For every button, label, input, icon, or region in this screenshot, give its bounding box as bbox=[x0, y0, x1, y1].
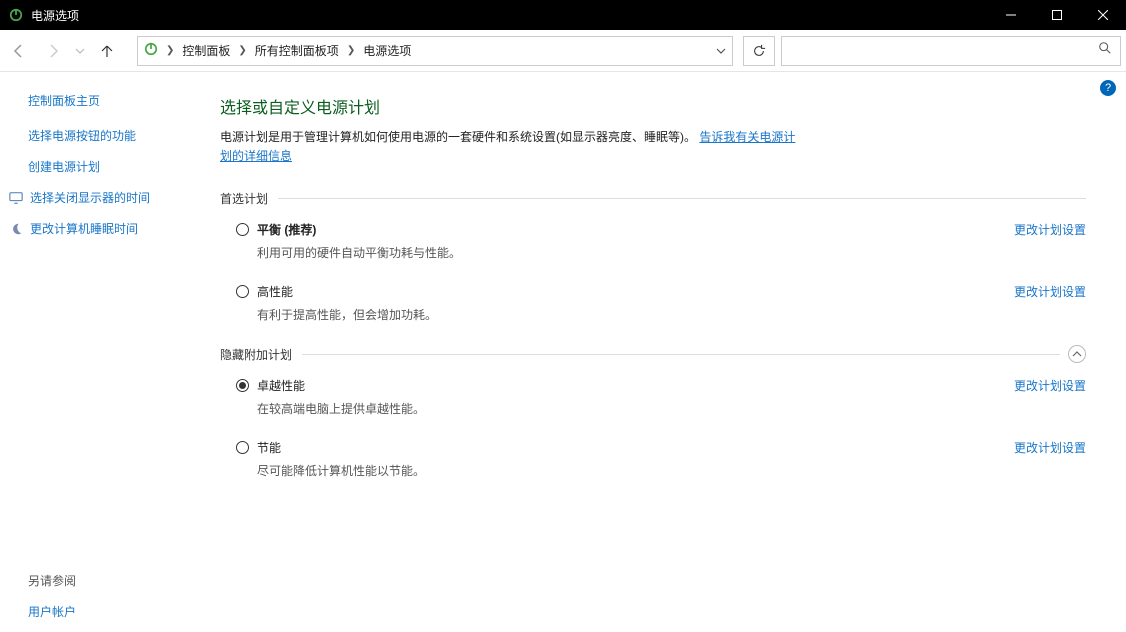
toolbar: ❯ 控制面板 ❯ 所有控制面板项 ❯ 电源选项 bbox=[0, 30, 1126, 72]
back-button[interactable] bbox=[5, 37, 33, 65]
breadcrumb-item[interactable]: 电源选项 bbox=[363, 42, 411, 59]
titlebar: 电源选项 bbox=[0, 0, 1126, 30]
section-preferred-plans: 首选计划 bbox=[220, 190, 1086, 207]
power-plan-row: 卓越性能在较高端电脑上提供卓越性能。 更改计划设置 bbox=[220, 377, 1086, 417]
chevron-right-icon[interactable]: ❯ bbox=[345, 45, 357, 56]
power-options-icon bbox=[144, 42, 158, 59]
sidebar-link-display-off[interactable]: 选择关闭显示器的时间 bbox=[8, 189, 192, 206]
sidebar-item-label: 选择关闭显示器的时间 bbox=[30, 189, 150, 206]
breadcrumb-item[interactable]: 所有控制面板项 bbox=[255, 42, 339, 59]
recent-locations-button[interactable] bbox=[73, 37, 87, 65]
address-dropdown[interactable] bbox=[716, 46, 726, 56]
page-title: 选择或自定义电源计划 bbox=[220, 94, 1086, 118]
change-plan-settings-link[interactable]: 更改计划设置 bbox=[1014, 283, 1086, 300]
content-area: ? 控制面板主页 选择电源按钮的功能 创建电源计划 选择关闭显示器的时间 更改计… bbox=[0, 72, 1126, 632]
plan-name[interactable]: 平衡 (推荐) bbox=[257, 221, 994, 238]
plan-name[interactable]: 卓越性能 bbox=[257, 377, 994, 394]
section-hidden-plans: 隐藏附加计划 bbox=[220, 345, 1086, 363]
plan-description: 在较高端电脑上提供卓越性能。 bbox=[257, 400, 994, 417]
sidebar-item-label: 更改计算机睡眠时间 bbox=[30, 220, 138, 237]
sidebar-link-power-button[interactable]: 选择电源按钮的功能 bbox=[28, 127, 192, 144]
power-options-icon bbox=[8, 7, 24, 23]
change-plan-settings-link[interactable]: 更改计划设置 bbox=[1014, 439, 1086, 456]
refresh-button[interactable] bbox=[743, 36, 775, 66]
plan-description: 利用可用的硬件自动平衡功耗与性能。 bbox=[257, 244, 994, 261]
see-also-link-user-accounts[interactable]: 用户帐户 bbox=[28, 603, 192, 620]
main-pane: 选择或自定义电源计划 电源计划是用于管理计算机如何使用电源的一套硬件和系统设置(… bbox=[210, 72, 1126, 632]
sidebar-item-label: 创建电源计划 bbox=[28, 158, 100, 175]
monitor-icon bbox=[8, 190, 24, 206]
window-title: 电源选项 bbox=[31, 7, 988, 24]
help-icon[interactable]: ? bbox=[1100, 80, 1116, 96]
plan-radio[interactable] bbox=[236, 285, 249, 298]
plan-radio[interactable] bbox=[236, 441, 249, 454]
power-plan-row: 高性能有利于提高性能，但会增加功耗。 更改计划设置 bbox=[220, 283, 1086, 323]
plan-description: 尽可能降低计算机性能以节能。 bbox=[257, 462, 994, 479]
sidebar-item-label: 选择电源按钮的功能 bbox=[28, 127, 136, 144]
chevron-right-icon[interactable]: ❯ bbox=[236, 45, 248, 56]
sidebar-see-also: 另请参阅 用户帐户 bbox=[28, 552, 192, 620]
sidebar-link-sleep-time[interactable]: 更改计算机睡眠时间 bbox=[8, 220, 192, 237]
breadcrumb-item[interactable]: 控制面板 bbox=[182, 42, 230, 59]
close-button[interactable] bbox=[1080, 0, 1126, 30]
address-bar[interactable]: ❯ 控制面板 ❯ 所有控制面板项 ❯ 电源选项 bbox=[137, 36, 733, 66]
collapse-toggle-icon[interactable] bbox=[1068, 345, 1086, 363]
plan-radio[interactable] bbox=[236, 379, 249, 392]
see-also-heading: 另请参阅 bbox=[28, 572, 192, 589]
minimize-button[interactable] bbox=[988, 0, 1034, 30]
power-plan-row: 节能尽可能降低计算机性能以节能。 更改计划设置 bbox=[220, 439, 1086, 479]
up-button[interactable] bbox=[93, 37, 121, 65]
plan-description: 有利于提高性能，但会增加功耗。 bbox=[257, 306, 994, 323]
maximize-button[interactable] bbox=[1034, 0, 1080, 30]
sidebar: 控制面板主页 选择电源按钮的功能 创建电源计划 选择关闭显示器的时间 更改计算机… bbox=[0, 72, 210, 632]
moon-icon bbox=[8, 221, 24, 237]
chevron-right-icon[interactable]: ❯ bbox=[164, 45, 176, 56]
change-plan-settings-link[interactable]: 更改计划设置 bbox=[1014, 221, 1086, 238]
page-description: 电源计划是用于管理计算机如何使用电源的一套硬件和系统设置(如显示器亮度、睡眠等)… bbox=[220, 128, 800, 166]
plan-name[interactable]: 高性能 bbox=[257, 283, 994, 300]
plan-name[interactable]: 节能 bbox=[257, 439, 994, 456]
forward-button[interactable] bbox=[39, 37, 67, 65]
power-plan-row: 平衡 (推荐) 利用可用的硬件自动平衡功耗与性能。 更改计划设置 bbox=[220, 221, 1086, 261]
sidebar-link-create-plan[interactable]: 创建电源计划 bbox=[28, 158, 192, 175]
search-icon bbox=[1098, 41, 1112, 60]
sidebar-home-link[interactable]: 控制面板主页 bbox=[28, 92, 192, 109]
plan-radio[interactable] bbox=[236, 223, 249, 236]
change-plan-settings-link[interactable]: 更改计划设置 bbox=[1014, 377, 1086, 394]
search-input[interactable] bbox=[781, 36, 1121, 66]
